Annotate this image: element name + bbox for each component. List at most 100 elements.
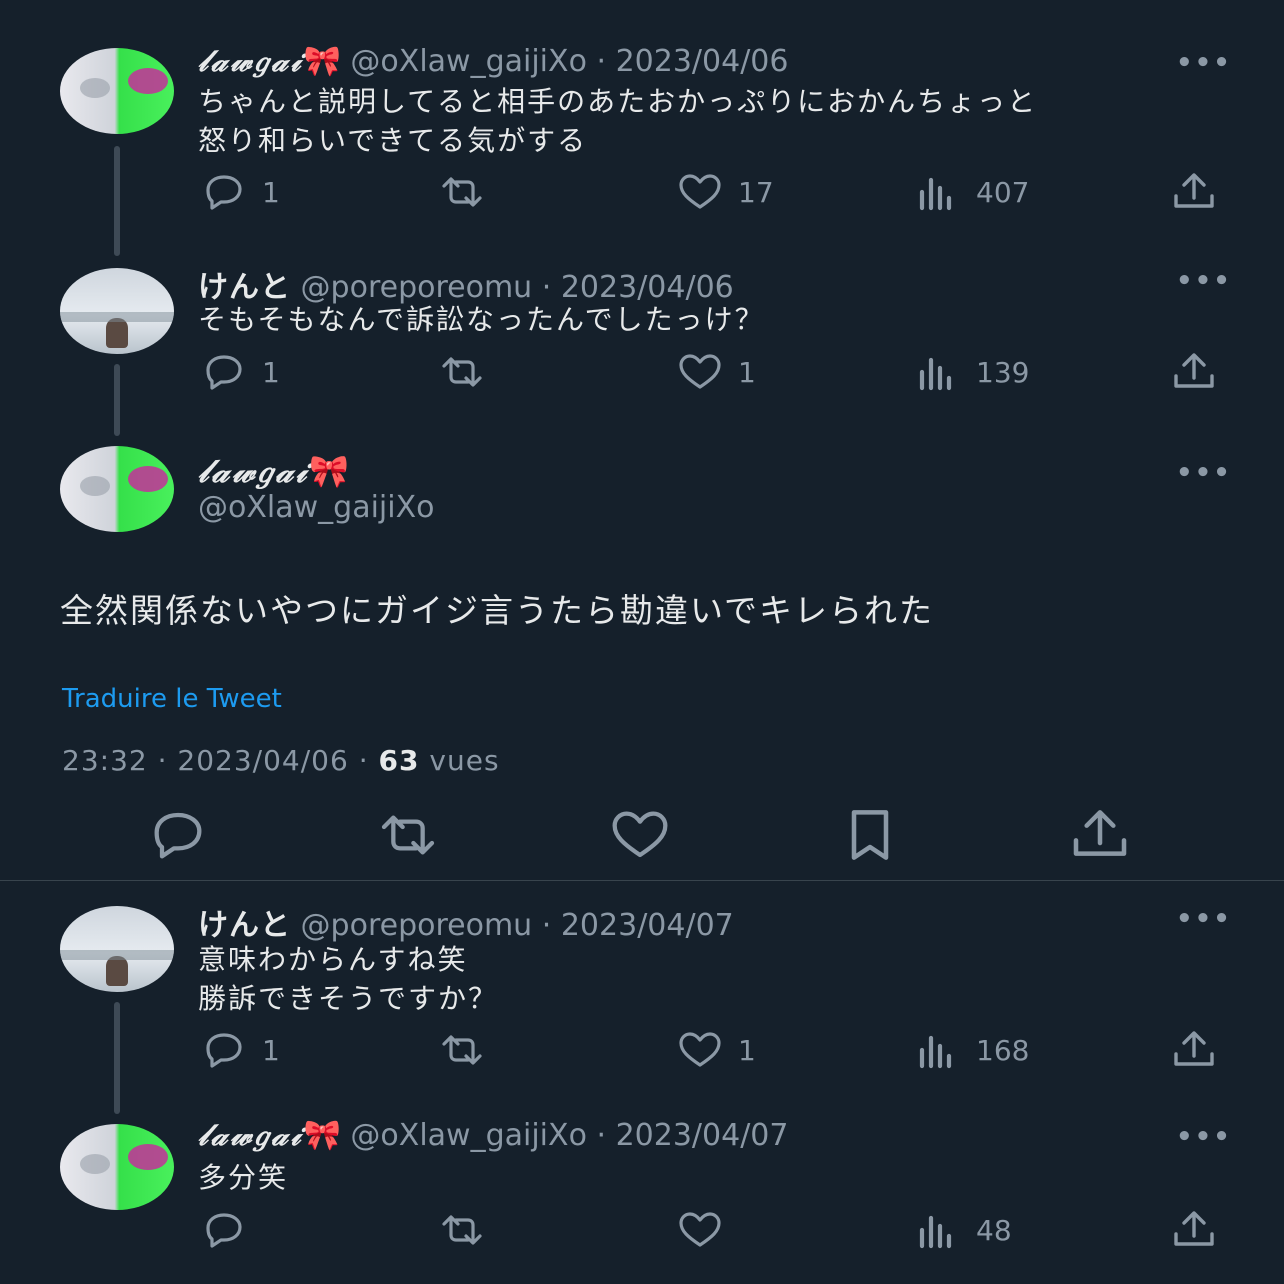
avatar[interactable] xyxy=(60,1124,174,1210)
share-icon[interactable] xyxy=(1068,808,1132,862)
retweet-button[interactable] xyxy=(438,1030,500,1070)
reply-icon xyxy=(200,352,248,392)
date[interactable]: 2023/04/07 xyxy=(561,908,734,943)
handle[interactable]: @oXlaw_gaijiXo xyxy=(198,490,435,525)
separator: · xyxy=(358,744,369,777)
reply-count: 1 xyxy=(262,1033,280,1067)
heart-icon xyxy=(676,1210,724,1250)
views-button[interactable]: 168 xyxy=(914,1030,1029,1070)
more-icon[interactable]: ••• xyxy=(1176,458,1232,488)
handle[interactable]: @poreporeomu xyxy=(301,908,533,943)
date[interactable]: 2023/04/07 xyxy=(616,1118,789,1153)
avatar[interactable] xyxy=(60,446,174,532)
views-label: vues xyxy=(429,744,500,777)
reply-icon xyxy=(200,172,248,212)
reply-icon xyxy=(200,1030,248,1070)
views-button[interactable]: 48 xyxy=(914,1210,1012,1250)
view-count: 168 xyxy=(976,1033,1030,1067)
translate-link[interactable]: Traduire le Tweet xyxy=(62,684,282,714)
display-name[interactable]: 𝓁𝒶𝓌𝑔𝒶𝒾 xyxy=(198,1118,304,1153)
more-icon[interactable]: ••• xyxy=(1176,1122,1232,1152)
divider xyxy=(0,880,1284,881)
date[interactable]: 2023/04/06 xyxy=(616,44,789,79)
retweet-icon xyxy=(438,1210,486,1250)
share-icon xyxy=(1170,1210,1218,1250)
text-line: 意味わからんすね笑 xyxy=(198,943,468,976)
retweet-icon xyxy=(438,352,486,392)
display-name[interactable]: 𝓁𝒶𝓌𝑔𝒶𝒾🎀 xyxy=(198,452,349,491)
thread-line xyxy=(114,364,120,436)
share-button[interactable] xyxy=(1170,1210,1232,1250)
handle[interactable]: @oXlaw_gaijiXo xyxy=(350,1118,587,1153)
reply-count: 1 xyxy=(262,355,280,389)
separator: · xyxy=(596,1118,607,1153)
reply-icon[interactable] xyxy=(146,808,210,862)
like-button[interactable]: 17 xyxy=(676,172,774,212)
views-button[interactable]: 139 xyxy=(914,352,1029,392)
tweet-header: 𝓁𝒶𝓌𝑔𝒶𝒾🎀 @oXlaw_gaijiXo · 2023/04/06 xyxy=(198,44,788,79)
separator: · xyxy=(157,744,168,777)
reply-button[interactable]: 1 xyxy=(200,1030,280,1070)
tweet-meta: 23:32 · 2023/04/06 · 63 vues xyxy=(62,744,500,777)
share-button[interactable] xyxy=(1170,172,1232,212)
tweet-header: けんと @poreporeomu · 2023/04/07 xyxy=(198,900,734,944)
view-count: 407 xyxy=(976,175,1030,209)
bookmark-icon[interactable] xyxy=(838,808,902,862)
view-count: 48 xyxy=(976,1213,1012,1247)
handle[interactable]: @oXlaw_gaijiXo xyxy=(350,44,587,79)
avatar[interactable] xyxy=(60,906,174,992)
tweet-text: そもそもなんで訴訟なったんでしたっけ？ xyxy=(198,300,765,339)
reply-button[interactable]: 1 xyxy=(200,352,280,392)
tweet-date[interactable]: 2023/04/06 xyxy=(177,744,348,777)
share-button[interactable] xyxy=(1170,352,1232,392)
like-count: 1 xyxy=(738,355,756,389)
view-count: 139 xyxy=(976,355,1030,389)
text-line: そもそもなんで訴訟なったんでしたっけ？ xyxy=(198,303,765,336)
avatar[interactable] xyxy=(60,48,174,134)
like-count: 17 xyxy=(738,175,774,209)
reply-button[interactable]: 1 xyxy=(200,172,280,212)
text-line: 多分笑 xyxy=(198,1161,289,1194)
views-icon xyxy=(914,1030,962,1070)
tweet[interactable]: 𝓁𝒶𝓌𝑔𝒶𝒾🎀 @oXlaw_gaijiXo · 2023/04/06 ••• … xyxy=(0,0,1284,240)
retweet-icon xyxy=(438,172,486,212)
bow-emoji: 🎀 xyxy=(303,44,341,79)
more-icon[interactable]: ••• xyxy=(1176,48,1232,78)
views-count: 63 xyxy=(378,744,420,777)
views-button[interactable]: 407 xyxy=(914,172,1029,212)
like-button[interactable]: 1 xyxy=(676,352,756,392)
thread-line xyxy=(114,1002,120,1114)
bow-emoji: 🎀 xyxy=(309,452,350,490)
separator: · xyxy=(596,44,607,79)
separator: · xyxy=(541,908,552,943)
share-icon xyxy=(1170,352,1218,392)
retweet-icon[interactable] xyxy=(376,808,440,862)
tweet-text: ちゃんと説明してると相手のあたおかっぷりにおかんちょっと 怒り和らいできてる気が… xyxy=(198,82,1037,160)
display-name[interactable]: 𝓁𝒶𝓌𝑔𝒶𝒾 xyxy=(198,44,304,79)
more-icon[interactable]: ••• xyxy=(1176,266,1232,296)
display-name[interactable]: けんと xyxy=(198,908,291,943)
like-button[interactable]: 1 xyxy=(676,1030,756,1070)
retweet-button[interactable] xyxy=(438,1210,500,1250)
avatar[interactable] xyxy=(60,268,174,354)
like-count: 1 xyxy=(738,1033,756,1067)
retweet-button[interactable] xyxy=(438,352,500,392)
reply-button[interactable] xyxy=(200,1210,262,1250)
reply-icon xyxy=(200,1210,248,1250)
heart-icon xyxy=(676,352,724,392)
share-icon xyxy=(1170,172,1218,212)
more-icon[interactable]: ••• xyxy=(1176,904,1232,934)
views-icon xyxy=(914,1210,962,1250)
share-button[interactable] xyxy=(1170,1030,1232,1070)
bow-emoji: 🎀 xyxy=(303,1118,341,1153)
share-icon xyxy=(1170,1030,1218,1070)
like-button[interactable] xyxy=(676,1210,738,1250)
display-name-text: 𝓁𝒶𝓌𝑔𝒶𝒾 xyxy=(198,452,310,490)
retweet-button[interactable] xyxy=(438,172,500,212)
heart-icon[interactable] xyxy=(608,808,672,862)
retweet-icon xyxy=(438,1030,486,1070)
reply-count: 1 xyxy=(262,175,280,209)
tweet-time[interactable]: 23:32 xyxy=(62,744,148,777)
views-icon xyxy=(914,172,962,212)
heart-icon xyxy=(676,1030,724,1070)
